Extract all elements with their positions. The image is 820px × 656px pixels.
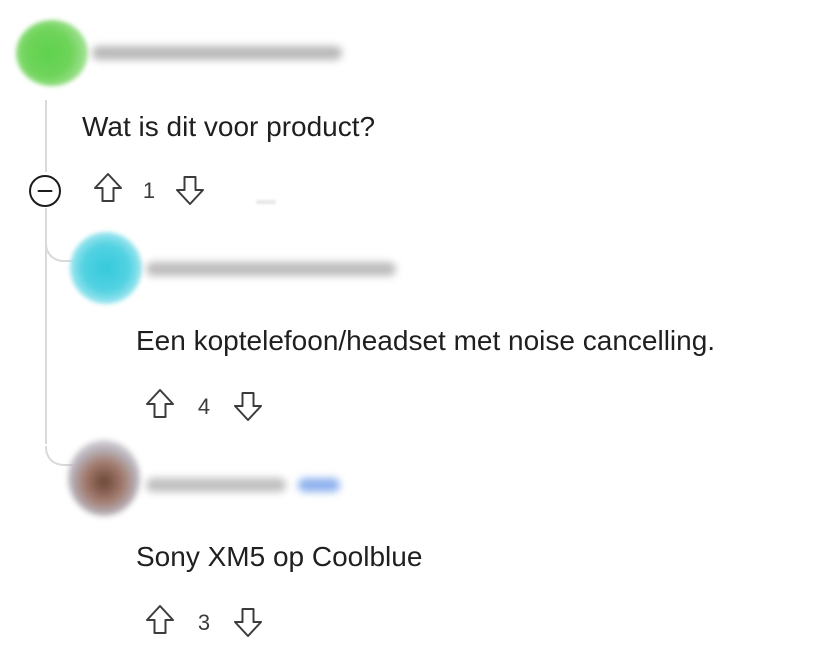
thread-branch — [45, 242, 73, 262]
comment-body: Sony XM5 op Coolblue — [136, 541, 423, 572]
arrow-up-icon[interactable] — [90, 170, 126, 206]
arrow-up-icon[interactable] — [142, 386, 178, 422]
comment-body: Een koptelefoon/headset met noise cancel… — [136, 325, 716, 356]
vote-count: 4 — [197, 394, 211, 419]
avatar[interactable] — [16, 20, 88, 86]
vote-count: 1 — [142, 178, 156, 203]
op-badge-redacted — [298, 478, 340, 492]
thread-line — [45, 100, 47, 172]
comment-body: Wat is dit voor product? — [82, 111, 376, 142]
minus-circle-icon[interactable] — [28, 174, 62, 208]
vote-count: 3 — [197, 610, 211, 635]
username-redacted[interactable] — [146, 262, 396, 276]
smudge — [256, 200, 276, 204]
username-redacted[interactable] — [146, 478, 286, 492]
username-redacted[interactable] — [92, 46, 342, 60]
arrow-up-icon[interactable] — [142, 602, 178, 638]
avatar[interactable] — [68, 440, 140, 516]
arrow-down-icon[interactable] — [172, 172, 208, 208]
arrow-down-icon[interactable] — [230, 388, 266, 424]
arrow-down-icon[interactable] — [230, 604, 266, 640]
thread-branch — [45, 446, 73, 466]
avatar[interactable] — [70, 232, 142, 304]
